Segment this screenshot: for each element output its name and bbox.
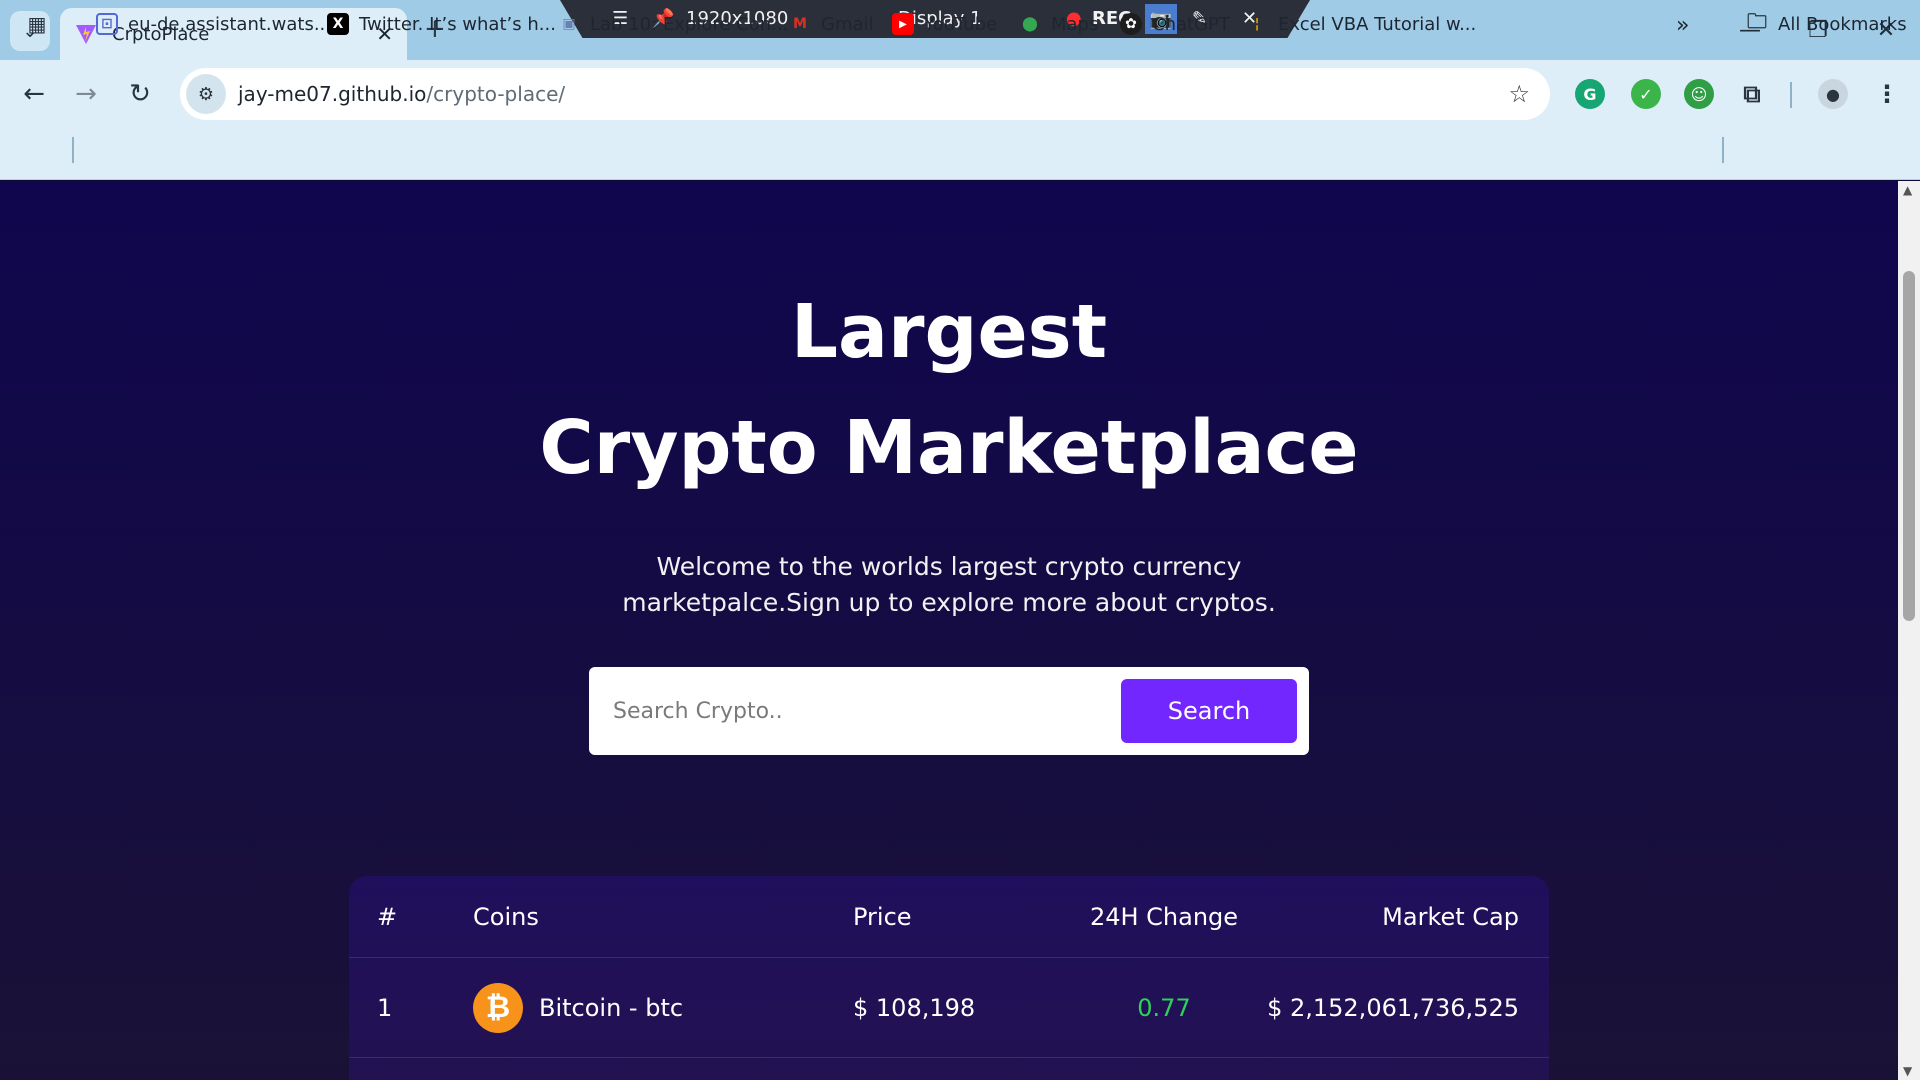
gmail-icon: M (793, 16, 807, 32)
watson-icon: ⊡ (96, 13, 118, 35)
search-form: Search (589, 667, 1309, 755)
more-bookmarks-chevron-icon[interactable]: » (1676, 13, 1689, 38)
back-icon[interactable]: ← (16, 76, 52, 112)
bookmark-item[interactable]: ⊡ eu-de.assistant.wats... (96, 13, 331, 35)
crypto-table: # Coins Price 24H Change Market Cap 1 ₿ … (349, 876, 1549, 1080)
extensions-puzzle-icon[interactable]: ⧉ (1737, 79, 1767, 109)
scroll-up-arrow-icon[interactable]: ▲ (1903, 183, 1912, 197)
reload-icon[interactable]: ↻ (122, 76, 158, 112)
all-bookmarks-button[interactable]: 🗀 All Bookmarks (1746, 9, 1907, 35)
bitcoin-icon: ₿ (473, 982, 523, 1033)
profile-avatar[interactable]: ● (1818, 79, 1848, 109)
coin-24h-change: 0.77 (1137, 993, 1191, 1022)
table-header-row: # Coins Price 24H Change Market Cap (349, 876, 1549, 958)
bookmarks-bar (0, 128, 1920, 180)
coin-cell: ₿ Bitcoin - btc (473, 982, 684, 1033)
vite-favicon-icon (76, 25, 96, 44)
bookmark-item[interactable]: ▣ Lab 10: Explore Con... (558, 13, 788, 35)
hero-title-line-2: Crypto Marketplace (539, 405, 1359, 491)
lab-icon: ▣ (562, 16, 576, 32)
search-input[interactable] (613, 689, 1113, 733)
grammarly-icon[interactable]: G (1575, 79, 1605, 109)
scroll-down-arrow-icon[interactable]: ▼ (1903, 1064, 1912, 1078)
header-rank: # (377, 902, 398, 931)
maps-icon: ⬤ (1022, 16, 1038, 32)
bookmarks-divider (72, 137, 74, 163)
bookmarks-divider (1722, 137, 1724, 163)
bookmark-item[interactable]: M Gmail (789, 13, 873, 35)
youtube-icon: ▶ (892, 13, 914, 35)
hero-title: Largest Crypto Marketplace (0, 274, 1898, 506)
hero-title-line-1: Largest (790, 289, 1108, 375)
bookmark-star-icon[interactable]: ☆ (1508, 80, 1530, 108)
bookmark-item[interactable]: ¦ Excel VBA Tutorial w... (1246, 13, 1476, 35)
excel-icon: ¦ (1254, 16, 1260, 32)
folder-icon: 🗀 (1747, 9, 1767, 33)
bookmark-item[interactable]: X Twitter. It’s what’s h... (327, 13, 556, 35)
url-host: jay-me07.github.io (238, 82, 427, 106)
url-path: /crypto-place/ (426, 82, 566, 106)
scrollbar-thumb[interactable] (1903, 271, 1915, 621)
bookmark-item[interactable]: ✿ ChatGPT (1120, 13, 1230, 35)
shield-icon[interactable]: ✓ (1631, 79, 1661, 109)
site-info-icon[interactable]: ⚙ (186, 74, 226, 114)
vertical-scrollbar[interactable]: ▲ ▼ (1898, 181, 1920, 1080)
kebab-menu-icon[interactable]: ⋮ (1872, 79, 1902, 109)
coin-name: Bitcoin - btc (539, 993, 684, 1022)
header-market-cap: Market Cap (1382, 902, 1519, 931)
x-icon: X (327, 13, 349, 35)
bookmark-item[interactable]: ▶ YouTube (892, 13, 997, 35)
bookmark-item[interactable]: ⬤ Maps (1019, 13, 1098, 35)
header-price: Price (853, 902, 912, 931)
forward-icon[interactable]: → (68, 76, 104, 112)
page-viewport: Largest Crypto Marketplace Welcome to th… (0, 181, 1898, 1080)
robot-extension-icon[interactable]: ☺ (1684, 79, 1714, 109)
coin-market-cap: $ 2,152,061,736,525 (1267, 993, 1519, 1022)
header-coins: Coins (473, 902, 539, 931)
apps-grid-icon[interactable]: ▦ (26, 12, 58, 36)
address-bar[interactable]: ⚙ jay-me07.github.io /crypto-place/ ☆ (180, 68, 1550, 120)
table-row[interactable]: 1 ₿ Bitcoin - btc $ 108,198 0.77 $ 2,152… (349, 958, 1549, 1058)
hero-subtitle-line-1: Welcome to the worlds largest crypto cur… (656, 552, 1242, 581)
hero-subtitle: Welcome to the worlds largest crypto cur… (600, 549, 1298, 621)
coin-price: $ 108,198 (853, 993, 976, 1022)
toolbar-divider (1790, 82, 1792, 108)
search-button[interactable]: Search (1121, 679, 1297, 743)
hero-subtitle-line-2: marketpalce.Sign up to explore more abou… (622, 588, 1276, 617)
header-24h-change: 24H Change (1089, 902, 1239, 931)
coin-rank: 1 (377, 993, 393, 1022)
chatgpt-icon: ✿ (1120, 13, 1142, 35)
